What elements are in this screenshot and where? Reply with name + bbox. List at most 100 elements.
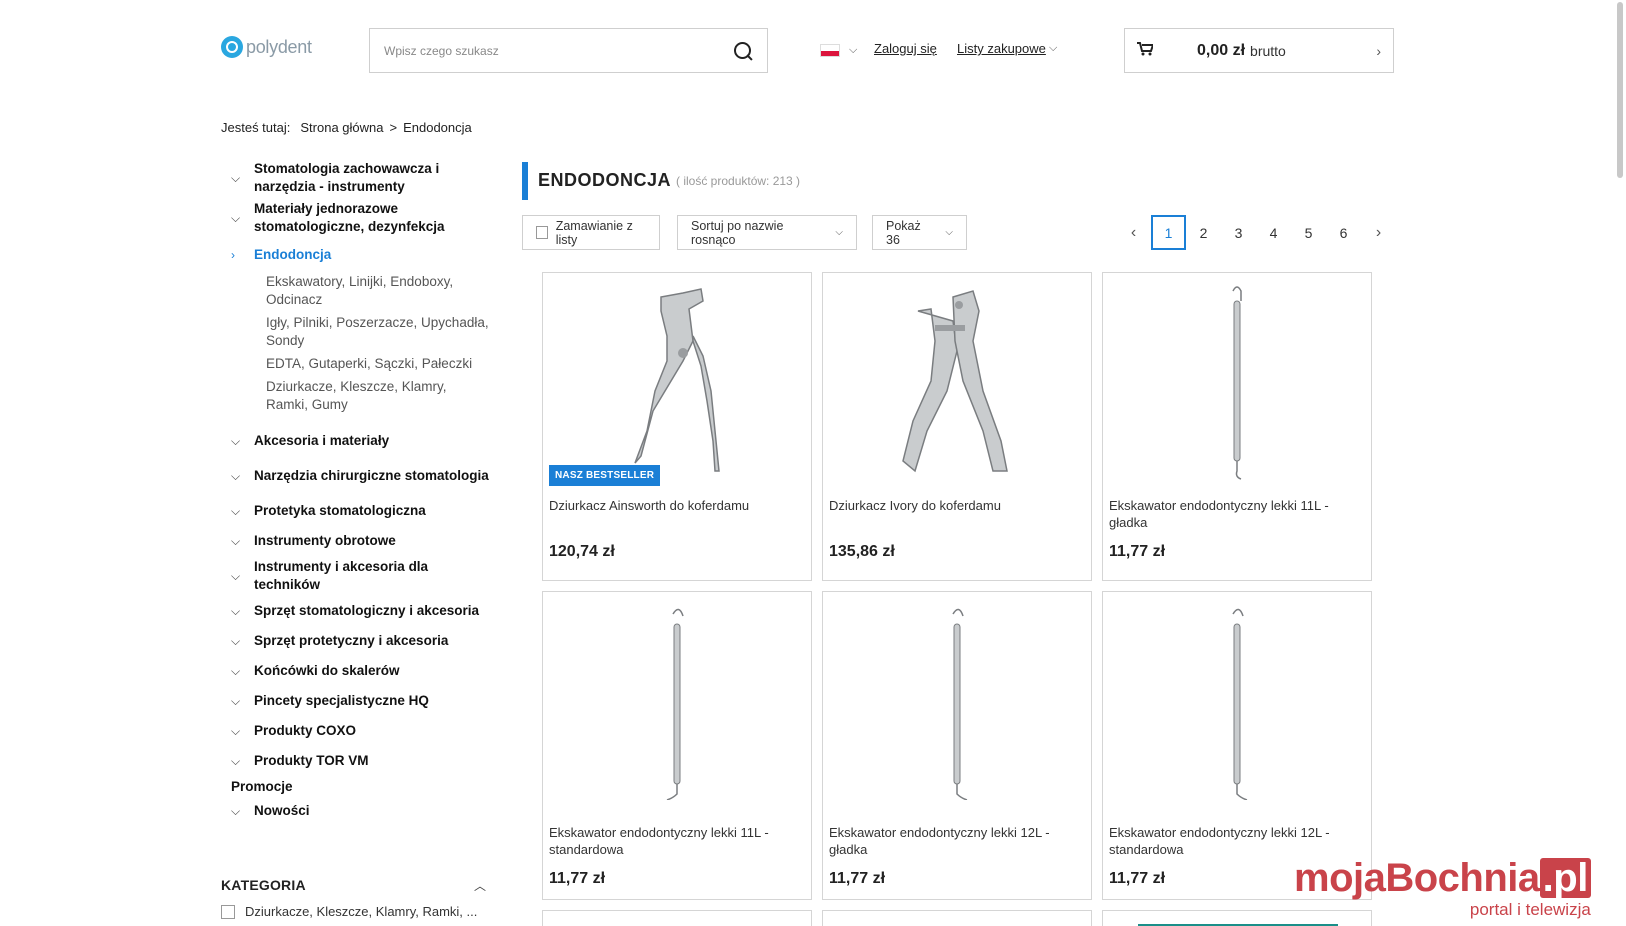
cart-icon bbox=[1137, 41, 1167, 60]
chevron-down-icon: ⌵ bbox=[231, 804, 241, 818]
page: polydent ⌵ Zaloguj się Listy zakupowe ⌵ … bbox=[0, 0, 1626, 926]
product-count: ( ilość produktów: 213 ) bbox=[676, 174, 801, 188]
filter-checkbox[interactable] bbox=[221, 905, 235, 919]
product-name[interactable]: Dziurkacz Ivory do koferdamu bbox=[829, 498, 1081, 515]
product-name[interactable]: Dziurkacz Ainsworth do koferdamu bbox=[549, 498, 801, 515]
product-card[interactable]: NASZ BESTSELLER Dziurkacz Ainsworth do k… bbox=[542, 272, 812, 581]
sidebar-item-narzedzia-chirurgiczne[interactable]: ⌵ Narzędzia chirurgiczne stomatologia bbox=[226, 458, 491, 494]
page-scrollbar[interactable] bbox=[1614, 0, 1626, 926]
watermark-tagline: portal i telewizja bbox=[1469, 900, 1591, 919]
product-price: 120,74 zł bbox=[549, 543, 615, 560]
search-input[interactable] bbox=[384, 43, 733, 58]
shopping-lists-link[interactable]: Listy zakupowe bbox=[957, 41, 1046, 56]
product-name[interactable]: Ekskawator endodontyczny lekki 12L - sta… bbox=[1109, 825, 1361, 858]
chevron-down-icon: ⌵ bbox=[231, 171, 241, 185]
chevron-down-icon: ⌵ bbox=[945, 227, 953, 238]
chevron-down-icon: ⌵ bbox=[835, 227, 843, 238]
product-image-punch bbox=[902, 290, 1008, 473]
breadcrumb-label: Jesteś tutaj: bbox=[221, 120, 291, 135]
cart-button[interactable]: 0,00 zł brutto › bbox=[1124, 28, 1394, 73]
sidebar-item-stomatologia-zachowawcza[interactable]: ⌵ Stomatologia zachowawcza i narzędzia -… bbox=[226, 160, 491, 196]
chevron-down-icon: ⌵ bbox=[231, 469, 241, 483]
sidebar-item-endodoncja[interactable]: › Endodoncja bbox=[226, 246, 491, 264]
sidebar-subitem-edta[interactable]: EDTA, Gutaperki, Sączki, Pałeczki bbox=[226, 355, 491, 373]
breadcrumb-home[interactable]: Strona główna bbox=[300, 120, 383, 135]
chevron-down-icon: ⌵ bbox=[231, 569, 241, 583]
page-1[interactable]: 1 bbox=[1151, 215, 1186, 250]
sidebar-item-nowosci[interactable]: ⌵ Nowości bbox=[226, 802, 491, 820]
language-flag-icon[interactable] bbox=[820, 44, 840, 57]
category-sidebar: ⌵ Stomatologia zachowawcza i narzędzia -… bbox=[226, 160, 491, 820]
sidebar-subitem-igly[interactable]: Igły, Pilniki, Poszerzacze, Upychadła, S… bbox=[226, 314, 491, 350]
sidebar-item-instrumenty-obrotowe[interactable]: ⌵ Instrumenty obrotowe bbox=[226, 532, 491, 550]
pagination: ‹ 1 2 3 4 5 6 › bbox=[1116, 215, 1396, 250]
sort-select[interactable]: Sortuj po nazwie rosnąco ⌵ bbox=[677, 215, 857, 250]
product-image-excavator bbox=[952, 608, 968, 800]
sidebar-subitem-ekskawatory[interactable]: Ekskawatory, Linijki, Endoboxy, Odcinacz bbox=[226, 273, 491, 309]
sidebar-item-protetyka[interactable]: ⌵ Protetyka stomatologiczna bbox=[226, 502, 491, 520]
product-price: 11,77 zł bbox=[1109, 543, 1166, 560]
chevron-down-icon: ⌵ bbox=[1049, 42, 1058, 54]
product-card[interactable]: Ekskawator endodontyczny lekki 12L - sta… bbox=[1102, 591, 1372, 900]
cart-suffix: brutto bbox=[1250, 42, 1286, 59]
logo[interactable]: polydent bbox=[221, 36, 312, 58]
watermark: mojaBochnia.pl portal i telewizja bbox=[1294, 858, 1591, 920]
chevron-right-icon: › bbox=[231, 248, 235, 262]
sidebar-item-materialy-jednorazowe[interactable]: ⌵ Materiały jednorazowe stomatologiczne,… bbox=[226, 200, 491, 236]
product-price: 11,77 zł bbox=[1109, 870, 1166, 887]
sidebar-item-coxo[interactable]: ⌵ Produkty COXO bbox=[226, 722, 491, 740]
chevron-down-icon: ⌵ bbox=[231, 504, 241, 518]
product-image-pliers bbox=[634, 288, 720, 472]
order-from-list-toggle[interactable]: Zamawianie z listy bbox=[522, 215, 660, 250]
sidebar-item-sprzet-stomatologiczny[interactable]: ⌵ Sprzęt stomatologiczny i akcesoria bbox=[226, 602, 491, 620]
product-card[interactable] bbox=[822, 910, 1092, 926]
product-name[interactable]: Ekskawator endodontyczny lekki 11L - gła… bbox=[1109, 498, 1361, 531]
product-card[interactable]: Ekskawator endodontyczny lekki 11L - gła… bbox=[1102, 272, 1372, 581]
product-name[interactable]: Ekskawator endodontyczny lekki 12L - gła… bbox=[829, 825, 1081, 858]
checkbox-icon bbox=[536, 226, 548, 239]
filter-option-label[interactable]: Dziurkacze, Kleszcze, Klamry, Ramki, ... bbox=[245, 904, 477, 919]
search-icon[interactable] bbox=[733, 41, 753, 61]
per-page-select[interactable]: Pokaż 36 ⌵ bbox=[872, 215, 967, 250]
sidebar-item-akcesoria[interactable]: ⌵ Akcesoria i materiały bbox=[226, 432, 491, 450]
sidebar-item-promocje[interactable]: Promocje bbox=[226, 779, 491, 794]
page-2[interactable]: 2 bbox=[1186, 215, 1221, 250]
prev-page-button[interactable]: ‹ bbox=[1116, 215, 1151, 250]
chevron-down-icon: ⌵ bbox=[231, 434, 241, 448]
sidebar-item-tor-vm[interactable]: ⌵ Produkty TOR VM bbox=[226, 752, 491, 770]
watermark-logo: mojaBochnia.pl bbox=[1294, 858, 1591, 898]
page-5[interactable]: 5 bbox=[1291, 215, 1326, 250]
product-image-excavator bbox=[1232, 608, 1248, 800]
product-card[interactable]: Ekskawator endodontyczny lekki 12L - gła… bbox=[822, 591, 1092, 900]
breadcrumb-current[interactable]: Endodoncja bbox=[403, 120, 472, 135]
product-image-excavator bbox=[1232, 286, 1242, 480]
scrollbar-thumb[interactable] bbox=[1617, 2, 1623, 178]
product-price: 11,77 zł bbox=[829, 870, 886, 887]
chevron-down-icon: ⌵ bbox=[231, 634, 241, 648]
chevron-down-icon: ⌵ bbox=[231, 604, 241, 618]
chevron-down-icon: ⌵ bbox=[231, 694, 241, 708]
sidebar-subitem-dziurkacze[interactable]: Dziurkacze, Kleszcze, Klamry, Ramki, Gum… bbox=[226, 378, 461, 414]
page-title: ENDODONCJA bbox=[538, 170, 672, 190]
sidebar-item-pincety[interactable]: ⌵ Pincety specjalistyczne HQ bbox=[226, 692, 491, 710]
product-name[interactable]: Ekskawator endodontyczny lekki 11L - sta… bbox=[549, 825, 801, 858]
page-4[interactable]: 4 bbox=[1256, 215, 1291, 250]
chevron-up-icon[interactable]: ︿ bbox=[474, 877, 486, 894]
title-accent-bar bbox=[522, 162, 528, 200]
login-link[interactable]: Zaloguj się bbox=[874, 41, 937, 56]
page-3[interactable]: 3 bbox=[1221, 215, 1256, 250]
sidebar-item-instrumenty-technikow[interactable]: ⌵ Instrumenty i akcesoria dla techników bbox=[226, 558, 491, 594]
chevron-down-icon: ⌵ bbox=[231, 724, 241, 738]
sidebar-item-sprzet-protetyczny[interactable]: ⌵ Sprzęt protetyczny i akcesoria bbox=[226, 632, 491, 650]
product-card[interactable]: Dziurkacz Ivory do koferdamu 135,86 zł bbox=[822, 272, 1092, 581]
chevron-down-icon[interactable]: ⌵ bbox=[849, 44, 857, 57]
filter-title: KATEGORIA bbox=[221, 877, 306, 893]
sidebar-item-koncowki[interactable]: ⌵ Końcówki do skalerów bbox=[226, 662, 491, 680]
chevron-down-icon: ⌵ bbox=[231, 754, 241, 768]
chevron-down-icon: ⌵ bbox=[231, 211, 241, 225]
product-card[interactable] bbox=[542, 910, 812, 926]
next-page-button[interactable]: › bbox=[1361, 215, 1396, 250]
product-card[interactable]: Ekskawator endodontyczny lekki 11L - sta… bbox=[542, 591, 812, 900]
page-6[interactable]: 6 bbox=[1326, 215, 1361, 250]
logo-icon bbox=[221, 36, 243, 58]
